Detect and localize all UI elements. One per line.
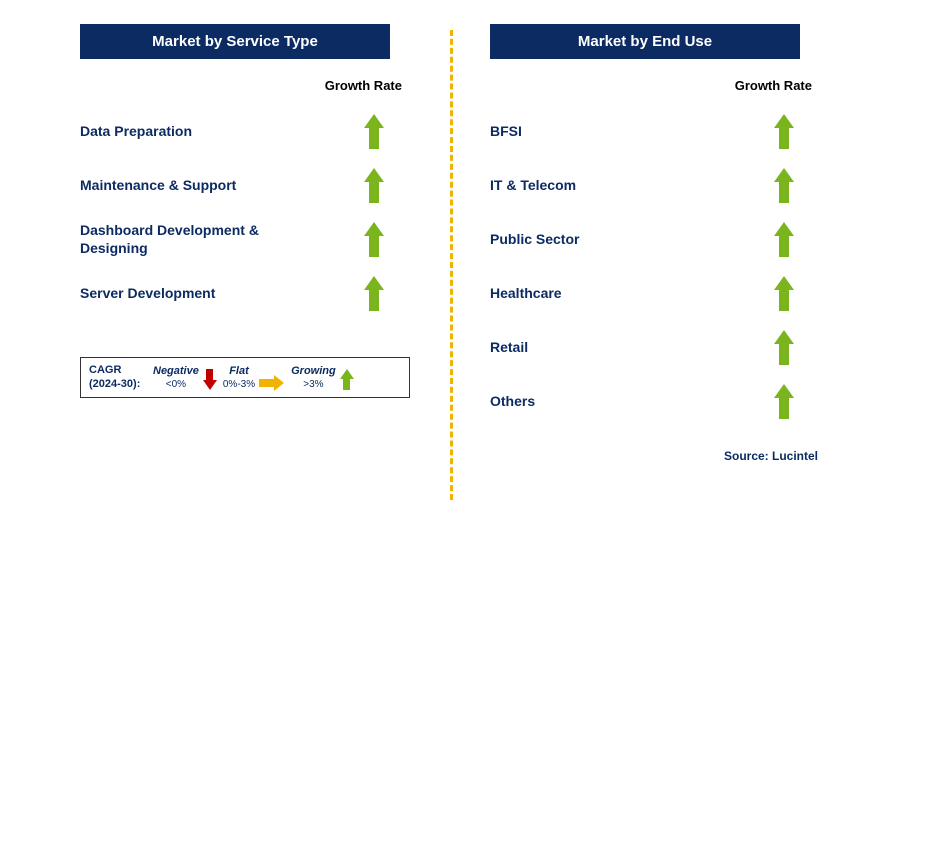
list-item: Server Development [80, 269, 420, 317]
list-item: Maintenance & Support [80, 161, 420, 209]
panel-divider [450, 30, 453, 500]
legend-growing-range: >3% [303, 378, 323, 391]
arrow-up-icon [774, 330, 794, 364]
legend-title-line2: (2024-30): [89, 378, 140, 390]
item-label: Others [490, 392, 535, 410]
list-item: Public Sector [490, 215, 830, 263]
growth-header-row-right: Growth Rate [490, 77, 830, 95]
item-label: Server Development [80, 284, 215, 302]
arrow-up-icon [774, 384, 794, 418]
growth-header-left: Growth Rate [325, 78, 402, 93]
item-label: BFSI [490, 122, 522, 140]
legend-flat-label: Flat [229, 364, 249, 378]
legend-box: CAGR (2024-30): Negative <0% Flat 0%-3% [80, 357, 410, 398]
legend-flat-range: 0%-3% [223, 378, 255, 391]
item-label: Dashboard Development & Designing [80, 221, 300, 257]
list-item: Healthcare [490, 269, 830, 317]
growth-header-right: Growth Rate [735, 78, 812, 93]
growth-header-row-left: Growth Rate [80, 77, 420, 95]
legend-growing: Growing >3% [291, 364, 354, 391]
arrow-right-icon [259, 375, 285, 391]
arrow-up-icon [364, 276, 384, 310]
panel-header-end-use: Market by End Use [490, 24, 800, 59]
arrow-up-icon [774, 114, 794, 148]
item-label: Data Preparation [80, 122, 192, 140]
item-label: Public Sector [490, 230, 579, 248]
source-label: Source: Lucintel [490, 449, 830, 463]
list-item: IT & Telecom [490, 161, 830, 209]
legend-title: CAGR (2024-30): [89, 364, 147, 390]
arrow-up-icon [340, 369, 354, 391]
arrow-up-icon [364, 114, 384, 148]
panel-header-service-type: Market by Service Type [80, 24, 390, 59]
item-label: Maintenance & Support [80, 176, 236, 194]
arrow-up-icon [774, 276, 794, 310]
list-item: Retail [490, 323, 830, 371]
legend-negative: Negative <0% [153, 364, 217, 391]
legend-growing-label: Growing [291, 364, 336, 378]
main-container: Market by Service Type Growth Rate Data … [0, 0, 945, 463]
panel-end-use: Market by End Use Growth Rate BFSI IT & … [490, 24, 830, 463]
legend-negative-range: <0% [166, 378, 186, 391]
item-label: Healthcare [490, 284, 562, 302]
arrow-up-icon [364, 222, 384, 256]
list-item: Others [490, 377, 830, 425]
arrow-up-icon [364, 168, 384, 202]
arrow-up-icon [774, 168, 794, 202]
item-label: IT & Telecom [490, 176, 576, 194]
item-label: Retail [490, 338, 528, 356]
legend-flat: Flat 0%-3% [223, 364, 285, 391]
list-item: BFSI [490, 107, 830, 155]
legend-title-line1: CAGR [89, 364, 121, 376]
list-item: Data Preparation [80, 107, 420, 155]
list-item: Dashboard Development & Designing [80, 215, 420, 263]
panel-service-type: Market by Service Type Growth Rate Data … [80, 24, 420, 463]
arrow-up-icon [774, 222, 794, 256]
legend-negative-label: Negative [153, 364, 199, 378]
arrow-down-icon [203, 369, 217, 391]
